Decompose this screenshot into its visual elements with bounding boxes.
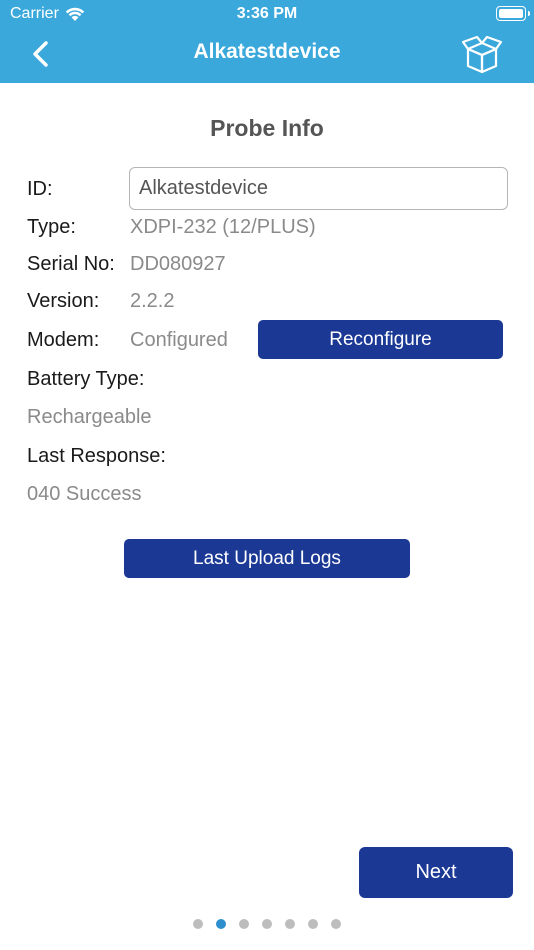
type-value: XDPI-232 (12/PLUS) [130,216,316,238]
type-label: Type: [27,216,76,238]
nav-bar: Carrier 3:36 PM Alkatestdevice [0,0,534,83]
last-upload-logs-button[interactable]: Last Upload Logs [124,539,410,578]
page-dot[interactable] [331,919,341,929]
version-value: 2.2.2 [130,290,175,312]
modem-value: Configured [130,329,228,351]
battery-type-label: Battery Type: [27,368,145,390]
page-dot[interactable] [193,919,203,929]
page-dot[interactable] [308,919,318,929]
version-label: Version: [27,290,100,312]
page-dot[interactable] [239,919,249,929]
last-response-value: 040 Success [27,483,142,505]
modem-label: Modem: [27,329,100,351]
box-icon [461,35,503,74]
battery-type-value: Rechargeable [27,406,152,428]
serial-value: DD080927 [130,253,226,275]
page-dot[interactable] [262,919,272,929]
reconfigure-button[interactable]: Reconfigure [258,320,503,359]
status-bar: Carrier 3:36 PM [0,0,534,30]
last-response-label: Last Response: [27,445,166,467]
page-indicator[interactable] [0,919,534,929]
status-time: 3:36 PM [236,5,298,22]
id-input[interactable] [129,167,508,210]
page-dot[interactable] [285,919,295,929]
serial-label: Serial No: [27,253,115,275]
id-label: ID: [27,178,53,200]
section-title: Probe Info [210,115,324,141]
battery-icon [496,6,530,21]
box-button[interactable] [460,35,504,75]
page-dot[interactable] [216,919,226,929]
page-title: Alkatestdevice [193,40,341,63]
next-button[interactable]: Next [359,847,513,898]
